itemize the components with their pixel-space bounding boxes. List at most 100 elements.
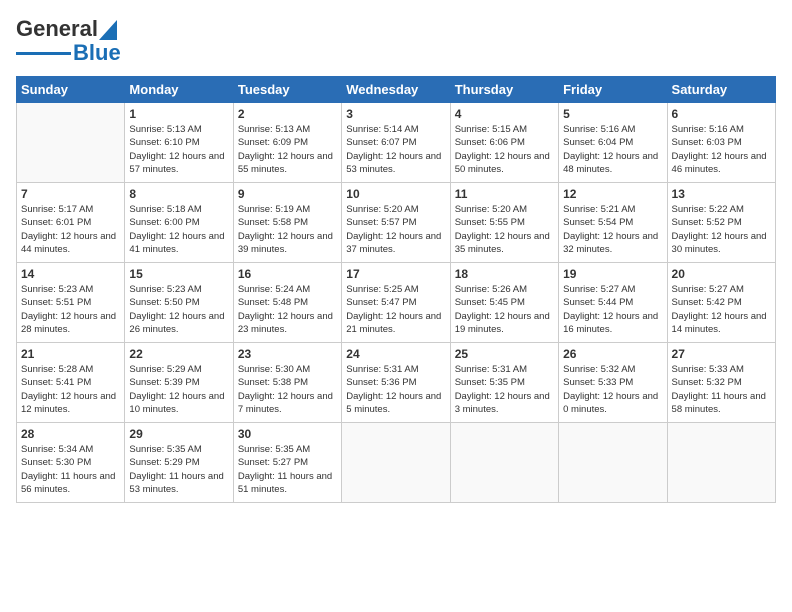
day-number: 17: [346, 267, 445, 281]
logo: General Blue: [16, 16, 121, 66]
day-info: Sunrise: 5:15 AMSunset: 6:06 PMDaylight:…: [455, 123, 554, 176]
day-number: 28: [21, 427, 120, 441]
day-cell: 13Sunrise: 5:22 AMSunset: 5:52 PMDayligh…: [667, 183, 775, 263]
day-number: 14: [21, 267, 120, 281]
day-number: 7: [21, 187, 120, 201]
day-number: 24: [346, 347, 445, 361]
weekday-friday: Friday: [559, 77, 667, 103]
day-info: Sunrise: 5:31 AMSunset: 5:36 PMDaylight:…: [346, 363, 445, 416]
day-number: 25: [455, 347, 554, 361]
weekday-header-row: SundayMondayTuesdayWednesdayThursdayFrid…: [17, 77, 776, 103]
day-info: Sunrise: 5:30 AMSunset: 5:38 PMDaylight:…: [238, 363, 337, 416]
logo-general: General: [16, 16, 98, 42]
day-number: 26: [563, 347, 662, 361]
day-info: Sunrise: 5:14 AMSunset: 6:07 PMDaylight:…: [346, 123, 445, 176]
day-cell: 25 Sunrise: 5:31 AMSunset: 5:35 PMDayligh…: [450, 343, 558, 423]
day-info: Sunrise: 5:32 AMSunset: 5:33 PMDaylight:…: [563, 363, 662, 416]
day-info: Sunrise: 5:16 AMSunset: 6:04 PMDaylight:…: [563, 123, 662, 176]
weekday-monday: Monday: [125, 77, 233, 103]
day-cell: 27 Sunrise: 5:33 AMSunset: 5:32 PMDayligh…: [667, 343, 775, 423]
day-cell: 5 Sunrise: 5:16 AMSunset: 6:04 PMDaylight…: [559, 103, 667, 183]
week-row-1: 1Sunrise: 5:13 AMSunset: 6:10 PMDaylight…: [17, 103, 776, 183]
day-cell: 2 Sunrise: 5:13 AMSunset: 6:09 PMDaylight…: [233, 103, 341, 183]
day-number: 4: [455, 107, 554, 121]
day-number: 20: [672, 267, 771, 281]
day-cell: [450, 423, 558, 503]
day-cell: 7 Sunrise: 5:17 AMSunset: 6:01 PMDaylight…: [17, 183, 125, 263]
calendar: SundayMondayTuesdayWednesdayThursdayFrid…: [16, 76, 776, 503]
day-info: Sunrise: 5:27 AMSunset: 5:44 PMDaylight:…: [563, 283, 662, 336]
day-info: Sunrise: 5:26 AMSunset: 5:45 PMDaylight:…: [455, 283, 554, 336]
week-row-3: 14 Sunrise: 5:23 AMSunset: 5:51 PMDayligh…: [17, 263, 776, 343]
day-info: Sunrise: 5:20 AMSunset: 5:57 PMDaylight:…: [346, 203, 445, 256]
day-cell: 8 Sunrise: 5:18 AMSunset: 6:00 PMDaylight…: [125, 183, 233, 263]
day-number: 22: [129, 347, 228, 361]
day-cell: 10 Sunrise: 5:20 AMSunset: 5:57 PMDayligh…: [342, 183, 450, 263]
week-row-5: 28 Sunrise: 5:34 AMSunset: 5:30 PMDayligh…: [17, 423, 776, 503]
week-row-2: 7 Sunrise: 5:17 AMSunset: 6:01 PMDaylight…: [17, 183, 776, 263]
day-number: 19: [563, 267, 662, 281]
day-info: Sunrise: 5:13 AMSunset: 6:09 PMDaylight:…: [238, 123, 337, 176]
day-cell: 22 Sunrise: 5:29 AMSunset: 5:39 PMDayligh…: [125, 343, 233, 423]
day-cell: 29 Sunrise: 5:35 AMSunset: 5:29 PMDayligh…: [125, 423, 233, 503]
day-cell: 9 Sunrise: 5:19 AMSunset: 5:58 PMDaylight…: [233, 183, 341, 263]
day-info: Sunrise: 5:27 AMSunset: 5:42 PMDaylight:…: [672, 283, 771, 336]
day-info: Sunrise: 5:18 AMSunset: 6:00 PMDaylight:…: [129, 203, 228, 256]
day-cell: [342, 423, 450, 503]
day-info: Sunrise: 5:31 AMSunset: 5:35 PMDaylight:…: [455, 363, 554, 416]
weekday-sunday: Sunday: [17, 77, 125, 103]
logo-icon: [99, 20, 117, 40]
day-number: 15: [129, 267, 228, 281]
day-cell: 12Sunrise: 5:21 AMSunset: 5:54 PMDayligh…: [559, 183, 667, 263]
weekday-tuesday: Tuesday: [233, 77, 341, 103]
day-cell: 26 Sunrise: 5:32 AMSunset: 5:33 PMDayligh…: [559, 343, 667, 423]
day-info: Sunrise: 5:23 AMSunset: 5:50 PMDaylight:…: [129, 283, 228, 336]
day-info: Sunrise: 5:17 AMSunset: 6:01 PMDaylight:…: [21, 203, 120, 256]
day-number: 18: [455, 267, 554, 281]
page: General Blue SundayMondayTuesdayWednesda…: [0, 0, 792, 612]
day-cell: 30 Sunrise: 5:35 AMSunset: 5:27 PMDayligh…: [233, 423, 341, 503]
day-info: Sunrise: 5:24 AMSunset: 5:48 PMDaylight:…: [238, 283, 337, 336]
day-cell: 15 Sunrise: 5:23 AMSunset: 5:50 PMDayligh…: [125, 263, 233, 343]
day-info: Sunrise: 5:28 AMSunset: 5:41 PMDaylight:…: [21, 363, 120, 416]
day-number: 21: [21, 347, 120, 361]
day-cell: [667, 423, 775, 503]
day-number: 5: [563, 107, 662, 121]
day-cell: 11 Sunrise: 5:20 AMSunset: 5:55 PMDayligh…: [450, 183, 558, 263]
week-row-4: 21 Sunrise: 5:28 AMSunset: 5:41 PMDayligh…: [17, 343, 776, 423]
weekday-saturday: Saturday: [667, 77, 775, 103]
day-number: 30: [238, 427, 337, 441]
day-number: 9: [238, 187, 337, 201]
day-number: 3: [346, 107, 445, 121]
day-info: Sunrise: 5:19 AMSunset: 5:58 PMDaylight:…: [238, 203, 337, 256]
day-number: 29: [129, 427, 228, 441]
day-number: 8: [129, 187, 228, 201]
day-cell: 16Sunrise: 5:24 AMSunset: 5:48 PMDayligh…: [233, 263, 341, 343]
logo-blue: Blue: [73, 40, 121, 66]
day-number: 27: [672, 347, 771, 361]
day-cell: 20 Sunrise: 5:27 AMSunset: 5:42 PMDayligh…: [667, 263, 775, 343]
day-number: 2: [238, 107, 337, 121]
day-number: 10: [346, 187, 445, 201]
day-cell: 28 Sunrise: 5:34 AMSunset: 5:30 PMDayligh…: [17, 423, 125, 503]
day-info: Sunrise: 5:23 AMSunset: 5:51 PMDaylight:…: [21, 283, 120, 336]
day-cell: 24 Sunrise: 5:31 AMSunset: 5:36 PMDayligh…: [342, 343, 450, 423]
day-cell: [559, 423, 667, 503]
day-number: 6: [672, 107, 771, 121]
day-info: Sunrise: 5:35 AMSunset: 5:27 PMDaylight:…: [238, 443, 337, 496]
day-info: Sunrise: 5:29 AMSunset: 5:39 PMDaylight:…: [129, 363, 228, 416]
day-number: 12: [563, 187, 662, 201]
weekday-thursday: Thursday: [450, 77, 558, 103]
day-cell: [17, 103, 125, 183]
day-info: Sunrise: 5:13 AMSunset: 6:10 PMDaylight:…: [129, 123, 228, 176]
day-number: 11: [455, 187, 554, 201]
day-info: Sunrise: 5:34 AMSunset: 5:30 PMDaylight:…: [21, 443, 120, 496]
day-cell: 19 Sunrise: 5:27 AMSunset: 5:44 PMDayligh…: [559, 263, 667, 343]
day-info: Sunrise: 5:22 AMSunset: 5:52 PMDaylight:…: [672, 203, 771, 256]
header: General Blue: [16, 16, 776, 66]
day-info: Sunrise: 5:20 AMSunset: 5:55 PMDaylight:…: [455, 203, 554, 256]
day-cell: 18 Sunrise: 5:26 AMSunset: 5:45 PMDayligh…: [450, 263, 558, 343]
day-info: Sunrise: 5:25 AMSunset: 5:47 PMDaylight:…: [346, 283, 445, 336]
day-info: Sunrise: 5:33 AMSunset: 5:32 PMDaylight:…: [672, 363, 771, 416]
day-info: Sunrise: 5:35 AMSunset: 5:29 PMDaylight:…: [129, 443, 228, 496]
